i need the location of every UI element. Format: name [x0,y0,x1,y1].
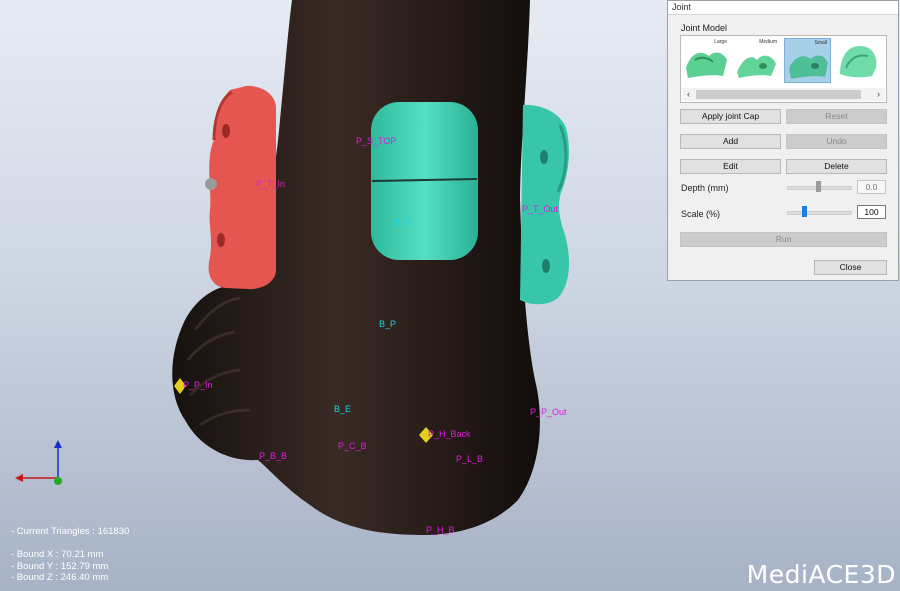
edit-button[interactable]: Edit [680,159,781,174]
label-p-h-back: P_H_Back [428,429,471,439]
scale-slider-handle[interactable] [802,206,807,217]
label-p-p-in: P_P_In [183,380,213,390]
scale-label: Scale (%) [681,209,721,219]
scroll-right-icon[interactable]: › [872,88,885,101]
info-bound-y: - Bound Y : 152.79 mm [11,561,109,572]
label-p-c-b: P_C_B [338,441,367,451]
scrollbar-thumb[interactable] [696,90,861,99]
label-b-s: B_S [394,217,412,227]
undo-button[interactable]: Undo [786,134,887,149]
reset-button[interactable]: Reset [786,109,887,124]
panel-title: Joint [668,1,898,15]
label-p-t-out: P_T_Out [522,204,559,214]
label-b-e: B_E [334,404,352,414]
label-p-b-b: P_B_B [259,451,288,461]
thumbnail-cap[interactable] [834,38,881,83]
delete-button[interactable]: Delete [786,159,887,174]
depth-slider-handle[interactable] [816,181,821,192]
thumbnail-caption: Small [814,40,827,46]
run-button[interactable]: Run [680,232,887,247]
thumbnail-large[interactable]: Large [683,38,730,83]
apply-joint-cap-button[interactable]: Apply joint Cap [680,109,781,124]
label-p-h-b: P_H_B [426,525,455,535]
thumbnail-small[interactable]: Small [784,38,831,83]
mediace3d-logo: MediACE3D [746,560,896,589]
label-p-t-in: P_T_In [256,179,286,189]
depth-value-field[interactable]: 0.0 [857,180,886,194]
joint-model-label: Joint Model [681,23,728,33]
thumbnail-medium[interactable]: Medium [733,38,780,83]
joint-model-list: Large Medium Small ‹ › [680,35,887,103]
thumbnail-caption: Medium [759,39,777,45]
info-bound-z: - Bound Z : 246.40 mm [11,572,109,583]
joint-panel: Joint Joint Model Large Medium Small ‹ ›… [667,0,899,281]
thumbnail-scrollbar[interactable]: ‹ › [682,88,885,101]
label-p-l-b: P_L_B [456,454,484,464]
depth-label: Depth (mm) [681,183,729,193]
label-b-p: B_P [379,319,397,329]
scale-value-field[interactable]: 100 [857,205,886,219]
axis-indicator [15,440,62,485]
info-bound-x: - Bound X : 70.21 mm [11,549,104,560]
thumbnail-caption: Large [714,39,727,45]
close-button[interactable]: Close [814,260,887,275]
info-triangles: - Current Triangles : 161830 [11,526,130,537]
add-button[interactable]: Add [680,134,781,149]
scroll-left-icon[interactable]: ‹ [682,88,695,101]
scale-slider-track[interactable] [787,211,852,215]
label-p-s-top: P_S_TOP [356,136,397,146]
label-p-p-out: P_P_Out [530,407,567,417]
joint-cap-icon [840,46,877,78]
